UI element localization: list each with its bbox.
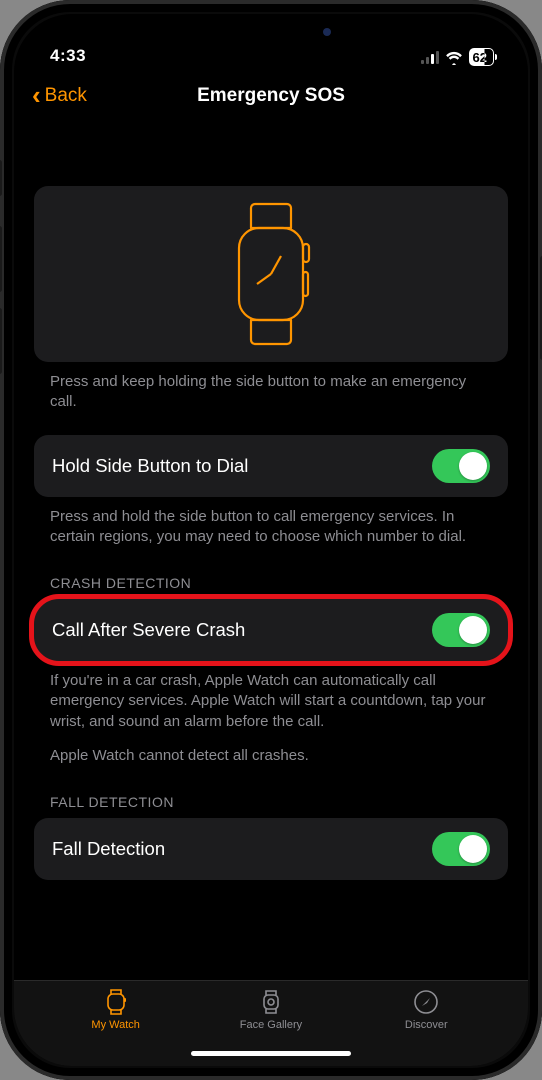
hero-card [34, 186, 508, 362]
tab-my-watch-label: My Watch [91, 1019, 140, 1031]
status-indicators: 62 [421, 48, 494, 66]
hold-side-button-row[interactable]: Hold Side Button to Dial [34, 435, 508, 497]
tab-discover[interactable]: Discover [366, 989, 486, 1066]
navigation-bar: ‹ Back Emergency SOS [14, 68, 528, 124]
call-after-crash-toggle[interactable] [432, 613, 490, 647]
crash-section-header: CRASH DETECTION [34, 547, 508, 599]
cellular-icon [421, 50, 439, 64]
tab-face-gallery-label: Face Gallery [240, 1019, 302, 1031]
back-button[interactable]: ‹ Back [32, 84, 87, 108]
chevron-left-icon: ‹ [32, 82, 41, 108]
battery-indicator: 62 [469, 48, 494, 66]
page-title: Emergency SOS [197, 85, 345, 107]
gallery-tab-icon [261, 989, 281, 1015]
wifi-icon [445, 50, 463, 64]
hold-side-button-toggle[interactable] [432, 449, 490, 483]
tab-my-watch[interactable]: My Watch [56, 989, 176, 1066]
notch [173, 14, 369, 48]
back-label: Back [45, 85, 87, 107]
crash-help-text: If you're in a car crash, Apple Watch ca… [34, 661, 508, 732]
call-after-crash-row[interactable]: Call After Severe Crash [34, 599, 508, 661]
discover-tab-icon [414, 989, 438, 1015]
fall-detection-label: Fall Detection [52, 838, 165, 860]
home-indicator[interactable] [191, 1051, 351, 1056]
battery-level: 62 [473, 50, 487, 65]
hold-side-help-text: Press and hold the side button to call e… [34, 497, 508, 548]
fall-detection-toggle[interactable] [432, 832, 490, 866]
screen: 4:33 62 ‹ Back Emergency SOS [14, 14, 528, 1066]
tab-discover-label: Discover [405, 1019, 448, 1031]
watch-tab-icon [105, 989, 127, 1015]
crash-help-text-2: Apple Watch cannot detect all crashes. [34, 732, 508, 766]
fall-section-header: FALL DETECTION [34, 766, 508, 818]
fall-detection-row[interactable]: Fall Detection [34, 818, 508, 880]
volume-up-button [0, 226, 2, 292]
hero-help-text: Press and keep holding the side button t… [34, 362, 508, 413]
scroll-content[interactable]: Press and keep holding the side button t… [14, 124, 528, 980]
watch-illustration-icon [225, 200, 317, 348]
status-time: 4:33 [50, 46, 86, 66]
call-after-crash-label: Call After Severe Crash [52, 619, 245, 641]
phone-frame: 4:33 62 ‹ Back Emergency SOS [0, 0, 542, 1080]
volume-down-button [0, 308, 2, 374]
hold-side-button-label: Hold Side Button to Dial [52, 455, 248, 477]
mute-switch [0, 160, 2, 196]
